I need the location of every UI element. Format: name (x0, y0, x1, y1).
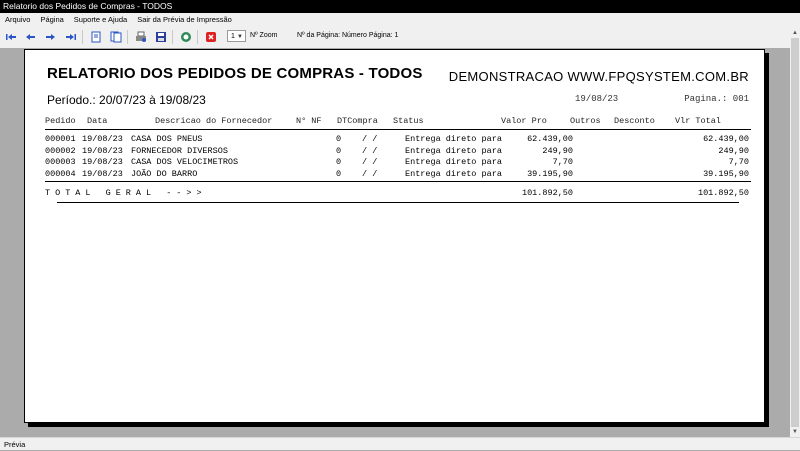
menu-pagina[interactable]: Página (35, 15, 68, 24)
cell-status: Entrega direto para (405, 145, 502, 156)
cell-status: Entrega direto para (405, 168, 502, 179)
cell-valor-pro: 7,70 (552, 157, 573, 167)
save-icon[interactable] (154, 30, 168, 44)
first-page-icon[interactable] (4, 30, 18, 44)
chevron-down-icon: ▼ (237, 34, 243, 40)
page-number-label: Nº da Página: Número Página: 1 (297, 32, 399, 39)
cell-fornecedor: FORNECEDOR DIVERSOS (131, 145, 228, 156)
col-dtcompra: DTCompra (337, 116, 378, 126)
last-page-icon[interactable] (64, 30, 78, 44)
col-status: Status (393, 116, 424, 126)
close-icon[interactable] (204, 30, 218, 44)
zoom-label: Nº Zoom (250, 32, 278, 39)
cell-vlr-total: 7,70 (728, 157, 749, 167)
export-icon[interactable] (179, 30, 193, 44)
previous-page-icon[interactable] (24, 30, 38, 44)
report-page: RELATORIO DOS PEDIDOS DE COMPRAS - TODOS… (24, 49, 765, 423)
total-label: TOTAL GERAL -->> (45, 188, 207, 198)
print-date: 19/08/23 (575, 94, 619, 104)
menu-suporte-ajuda[interactable]: Suporte e Ajuda (69, 15, 132, 24)
toolbar-separator (172, 30, 173, 44)
cell-status: Entrega direto para (405, 157, 502, 167)
col-vlr-total: Vlr Total (675, 116, 721, 126)
company-name: DEMONSTRACAO WWW.FPQSYSTEM.COM.BR (448, 69, 749, 84)
print-setup-icon[interactable] (134, 30, 148, 44)
col-outros: Outros (570, 116, 601, 126)
total-vlr-total: 101.892,50 (697, 188, 749, 198)
cell-data: 19/08/23 (82, 157, 123, 167)
toolbar-separator (82, 30, 83, 44)
toolbar (0, 26, 800, 48)
cell-fornecedor: CASA DOS VELOCIMETROS (131, 157, 239, 167)
total-divider (45, 181, 751, 182)
cell-pedido: 000002 (45, 145, 76, 156)
cell-data: 19/08/23 (82, 134, 123, 144)
scroll-down-icon[interactable]: ▼ (790, 427, 800, 437)
cell-dtcompra: / / (362, 157, 378, 167)
col-pedido: Pedido (45, 116, 76, 126)
toolbar-separator (197, 30, 198, 44)
report-period: Período.: 20/07/23 à 19/08/23 (47, 93, 206, 107)
cell-dtcompra: / / (362, 145, 378, 156)
total-underline (57, 202, 739, 203)
cell-dtcompra: / / (362, 134, 378, 144)
cell-fornecedor: JOÃO DO BARRO (131, 168, 198, 179)
scroll-up-icon[interactable]: ▲ (790, 28, 800, 38)
zoom-value: 1 (231, 33, 235, 40)
vertical-scrollbar[interactable]: ▲ ▼ (790, 28, 800, 437)
cell-pedido: 000003 (45, 157, 76, 167)
menu-sair-previa[interactable]: Sair da Prévia de Impressão (132, 15, 237, 24)
next-page-icon[interactable] (44, 30, 58, 44)
cell-pedido: 000001 (45, 134, 76, 144)
single-page-icon[interactable] (89, 30, 103, 44)
cell-nf: 0 (336, 145, 342, 156)
cell-nf: 0 (336, 134, 342, 144)
header-divider (45, 129, 751, 130)
cell-valor-pro: 62.439,00 (527, 134, 573, 144)
col-valor-pro: Valor Pro (501, 116, 547, 126)
scroll-thumb[interactable] (791, 38, 799, 427)
col-desconto: Desconto (614, 116, 655, 126)
zoom-select[interactable]: 1 ▼ (227, 30, 246, 42)
toolbar-separator (127, 30, 128, 44)
cell-status: Entrega direto para (405, 134, 502, 144)
cell-nf: 0 (336, 168, 342, 179)
cell-dtcompra: / / (362, 168, 378, 179)
cell-fornecedor: CASA DOS PNEUS (131, 134, 203, 144)
page-indicator: Pagina.: 001 (684, 94, 749, 104)
cell-nf: 0 (336, 157, 342, 167)
col-data: Data (87, 116, 108, 126)
total-valor-pro: 101.892,50 (521, 188, 573, 198)
cell-pedido: 000004 (45, 168, 76, 179)
cell-valor-pro: 249,90 (542, 145, 573, 156)
cell-data: 19/08/23 (82, 168, 123, 179)
cell-data: 19/08/23 (82, 145, 123, 156)
menu-arquivo[interactable]: Arquivo (0, 15, 35, 24)
menu-bar: Arquivo Página Suporte e Ajuda Sair da P… (0, 13, 800, 26)
cell-vlr-total: 39.195,90 (703, 168, 749, 179)
cell-vlr-total: 62.439,00 (703, 134, 749, 144)
cell-vlr-total: 249,90 (718, 145, 749, 156)
two-pages-icon[interactable] (109, 30, 123, 44)
status-bar: Prévia (0, 437, 800, 450)
window-title: Relatorio dos Pedidos de Compras - TODOS (0, 0, 800, 13)
col-fornecedor: Descricao do Fornecedor (155, 116, 273, 126)
report-title: RELATORIO DOS PEDIDOS DE COMPRAS - TODOS (47, 65, 423, 82)
cell-valor-pro: 39.195,90 (527, 168, 573, 179)
col-nf: N° NF (296, 116, 322, 126)
